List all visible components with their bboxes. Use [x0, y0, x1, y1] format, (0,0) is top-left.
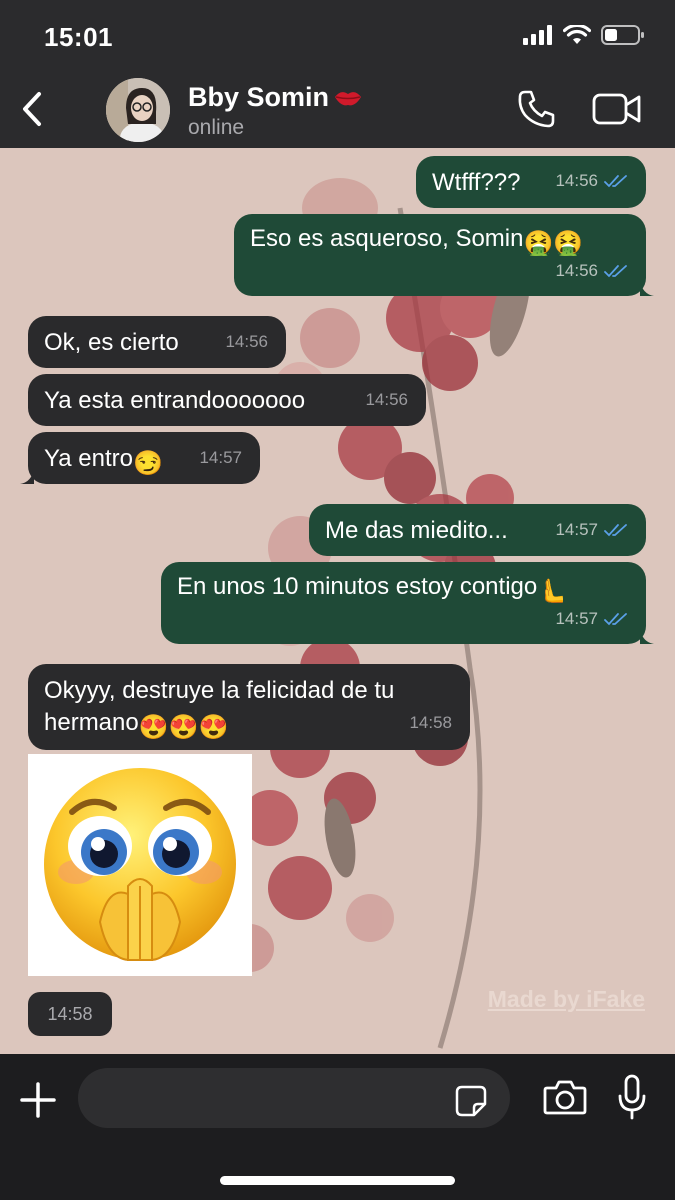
voice-call-button[interactable]: [516, 88, 558, 130]
bubble-tail: [640, 628, 654, 644]
message-meta: 14:56: [555, 165, 630, 196]
message-meta: 14:57: [199, 442, 242, 473]
sticker-button[interactable]: [454, 1084, 488, 1118]
pleading-face-praying-hands-icon: [44, 768, 236, 962]
contact-name: Bby Somin: [188, 82, 330, 112]
message-meta: 14:56: [365, 384, 408, 415]
status-time: 15:01: [44, 22, 113, 52]
message-time: 14:56: [225, 332, 268, 351]
contact-name-row[interactable]: Bby Somin: [188, 82, 363, 113]
message-text-row: hermano😍😍😍: [44, 707, 454, 744]
contact-status: online: [188, 116, 245, 139]
camera-button[interactable]: [543, 1078, 587, 1116]
sticker-message[interactable]: [28, 754, 252, 976]
status-bar: 15:01: [0, 0, 675, 70]
message-text: hermano: [44, 709, 139, 736]
message-incoming[interactable]: Ok, es cierto 14:56: [28, 316, 286, 368]
message-outgoing[interactable]: En unos 10 minutos estoy contigo🫷 14:57: [161, 562, 654, 644]
message-time: 14:58: [409, 713, 452, 732]
sticker-time: 14:58: [28, 992, 112, 1036]
message-meta: 14:57: [555, 603, 630, 634]
message-outgoing[interactable]: Me das miedito... 14:57: [309, 504, 646, 556]
input-bar: [0, 1054, 675, 1200]
message-text-row: Eso es asqueroso, Somin🤮🤮: [250, 223, 630, 259]
sticker-icon: [455, 1085, 487, 1117]
message-time: 14:57: [555, 520, 598, 539]
microphone-button[interactable]: [616, 1074, 648, 1120]
smirking-face-icon: 😏: [132, 450, 163, 477]
message-time: 14:56: [555, 171, 598, 190]
message-input[interactable]: [78, 1068, 510, 1128]
message-text: En unos 10 minutos estoy contigo: [177, 573, 538, 600]
back-button[interactable]: [12, 84, 52, 134]
avatar[interactable]: [106, 78, 170, 142]
attach-button[interactable]: [18, 1080, 58, 1120]
microphone-icon: [618, 1074, 646, 1120]
wifi-icon: [563, 25, 591, 44]
battery-icon: [601, 25, 644, 45]
message-text: Eso es asqueroso, Somin: [250, 225, 524, 252]
message-time: 14:56: [365, 390, 408, 409]
video-camera-icon: [592, 93, 641, 125]
message-text-row: En unos 10 minutos estoy contigo🫷: [177, 571, 630, 607]
video-call-button[interactable]: [592, 90, 642, 128]
message-time: 14:57: [555, 609, 598, 628]
message-meta: 14:58: [409, 707, 452, 739]
avatar-photo: [106, 78, 170, 142]
message-time: 14:57: [199, 448, 242, 467]
heart-eyes-icon: 😍😍😍: [138, 714, 229, 741]
camera-icon: [543, 1080, 587, 1115]
read-ticks-icon: [604, 174, 627, 187]
message-time: 14:56: [555, 261, 598, 280]
message-text: Ya esta entrandooooooo: [44, 387, 306, 414]
message-outgoing[interactable]: Wtfff??? 14:56: [416, 156, 646, 208]
message-incoming[interactable]: Ya entro😏 14:57: [20, 432, 260, 484]
message-text: Okyyy, destruye la felicidad de tu: [44, 677, 395, 704]
chat-area[interactable]: Wtfff??? 14:56 Eso es asqueroso, Somin🤮🤮…: [0, 148, 675, 1054]
chat-screen: 15:01 Bby Somin online Wtfff??? 14:56 Es…: [0, 0, 675, 1200]
home-indicator: [220, 1176, 455, 1185]
message-incoming[interactable]: Ya esta entrandooooooo 14:56: [28, 374, 426, 426]
signal-icon: [523, 25, 552, 45]
plus-icon: [20, 1082, 56, 1118]
read-ticks-icon: [604, 523, 627, 536]
phone-icon: [518, 90, 555, 128]
message-meta: 14:57: [555, 514, 630, 545]
chevron-left-icon: [23, 92, 41, 126]
read-ticks-icon: [604, 264, 627, 277]
message-outgoing[interactable]: Eso es asqueroso, Somin🤮🤮 14:56: [234, 214, 654, 296]
message-meta: 14:56: [225, 326, 268, 357]
message-meta: 14:56: [555, 255, 630, 286]
read-ticks-icon: [604, 612, 627, 625]
status-icons: [523, 24, 645, 46]
kiss-lips-icon: [335, 91, 362, 105]
bubble-tail: [20, 468, 34, 484]
chat-header: Bby Somin online: [0, 70, 675, 148]
bubble-tail: [640, 280, 654, 296]
message-text: Ya entro: [44, 445, 133, 472]
message-incoming[interactable]: Okyyy, destruye la felicidad de tu herma…: [28, 664, 470, 750]
watermark-text: Made by iFake: [487, 986, 645, 1012]
